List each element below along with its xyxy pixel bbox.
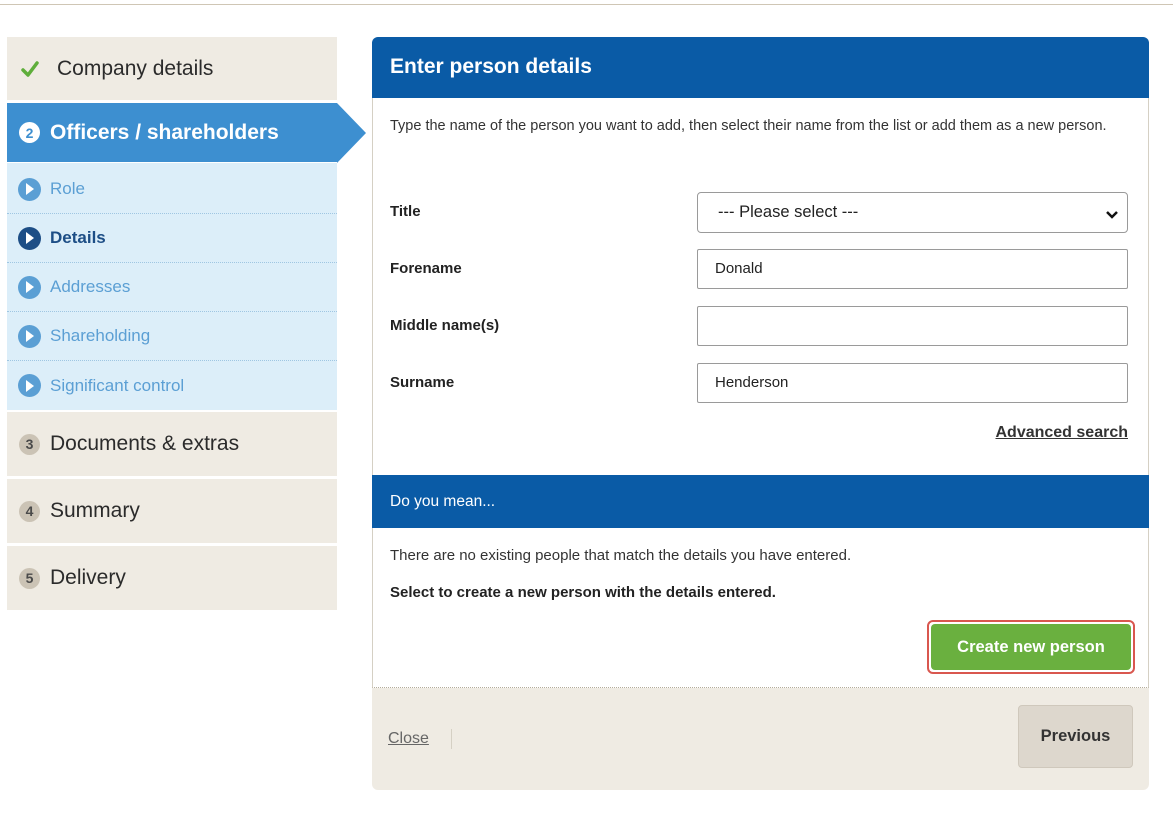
create-new-person-label: Create new person: [931, 624, 1131, 670]
substep-role[interactable]: Role: [7, 165, 337, 214]
select-create-text: Select to create a new person with the d…: [390, 584, 776, 601]
close-link[interactable]: Close: [388, 730, 429, 748]
progress-sidebar: Company details 2 Officers / shareholder…: [7, 37, 366, 611]
middle-name-label: Middle name(s): [390, 317, 500, 334]
step-officers-shareholders[interactable]: 2 Officers / shareholders: [7, 103, 366, 163]
divider: [451, 729, 452, 749]
arrow-right-circle-icon: [18, 374, 41, 397]
forename-label: Forename: [390, 260, 462, 277]
top-rule: [0, 0, 1173, 5]
arrow-right-circle-icon: [18, 226, 41, 250]
step-summary[interactable]: 4 Summary: [7, 479, 337, 544]
substep-label: Significant control: [50, 375, 185, 395]
arrow-right-circle-icon: [18, 324, 41, 348]
step-label: Summary: [50, 499, 140, 522]
step-number: 3: [19, 433, 40, 455]
substep-addresses[interactable]: Addresses: [7, 263, 337, 312]
substep-list: Role Details Addresses Shareholding Sign…: [7, 163, 337, 410]
substep-label: Details: [50, 228, 106, 247]
arrow-right-circle-icon: [18, 275, 41, 299]
forename-input[interactable]: Donald: [697, 249, 1128, 289]
substep-details[interactable]: Details: [7, 214, 337, 263]
check-icon: [19, 58, 41, 80]
title-select[interactable]: --- Please select ---: [697, 192, 1128, 233]
step-number: 2: [19, 122, 40, 143]
no-match-message: There are no existing people that match …: [390, 547, 852, 564]
substep-label: Role: [50, 179, 85, 198]
do-you-mean-header: Do you mean...: [372, 475, 1149, 528]
step-label: Officers / shareholders: [50, 120, 279, 144]
title-label: Title: [390, 203, 421, 220]
person-details-panel: Enter person details Type the name of th…: [372, 37, 1149, 790]
step-company-details[interactable]: Company details: [7, 37, 337, 101]
substep-shareholding[interactable]: Shareholding: [7, 312, 337, 361]
substep-label: Shareholding: [50, 326, 151, 345]
title-select-value: --- Please select ---: [718, 203, 859, 221]
step-label: Documents & extras: [50, 432, 240, 455]
step-delivery[interactable]: 5 Delivery: [7, 546, 337, 611]
panel-title: Enter person details: [372, 37, 1149, 98]
middle-name-input[interactable]: [697, 306, 1128, 346]
intro-text: Type the name of the person you want to …: [390, 118, 1107, 134]
create-new-person-button[interactable]: Create new person: [927, 620, 1135, 674]
step-label: Company details: [57, 56, 214, 80]
surname-input[interactable]: Henderson: [697, 363, 1128, 403]
arrow-right-circle-icon: [18, 177, 41, 201]
panel-body: Type the name of the person you want to …: [372, 98, 1149, 688]
substep-significant-control[interactable]: Significant control: [7, 361, 337, 410]
step-number: 4: [19, 500, 40, 522]
advanced-search-link[interactable]: Advanced search: [995, 424, 1128, 442]
substep-label: Addresses: [50, 277, 131, 296]
step-label: Delivery: [50, 566, 126, 589]
previous-button[interactable]: Previous: [1018, 705, 1133, 768]
surname-label: Surname: [390, 374, 455, 391]
chevron-down-icon: [1105, 206, 1119, 225]
step-documents-extras[interactable]: 3 Documents & extras: [7, 412, 337, 477]
step-number: 5: [19, 567, 40, 589]
